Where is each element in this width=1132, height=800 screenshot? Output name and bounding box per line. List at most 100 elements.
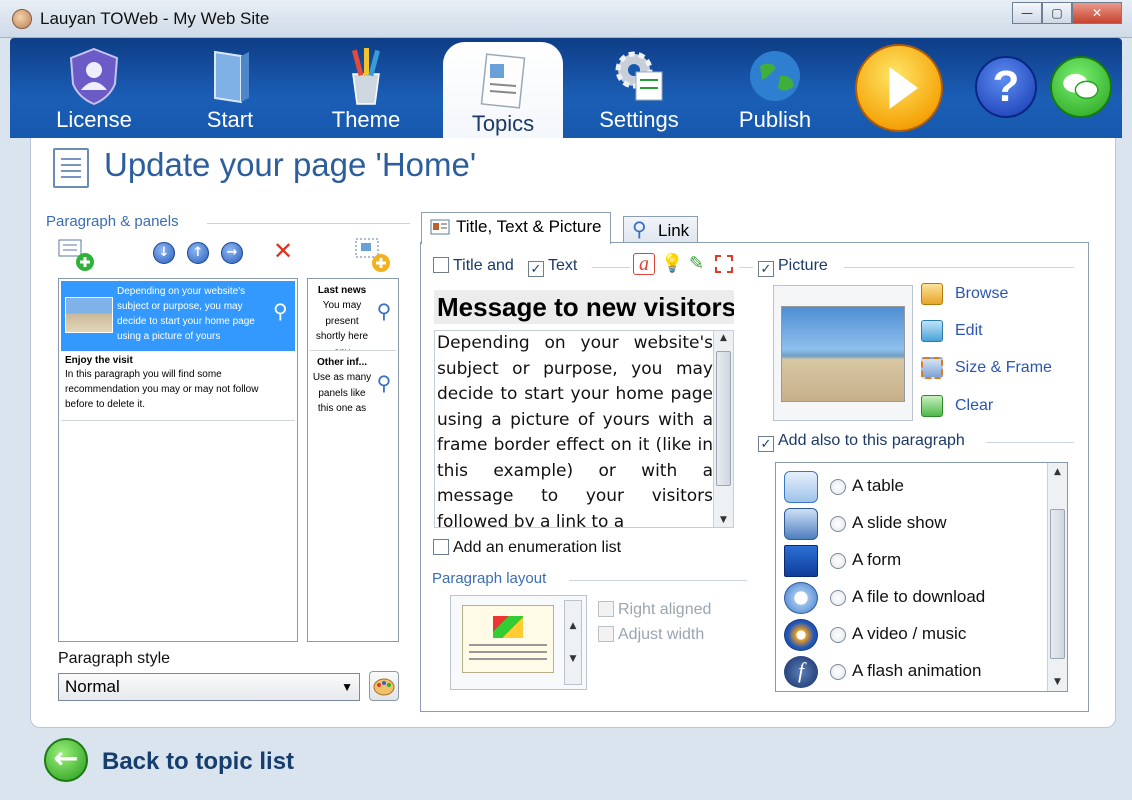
paragraph-layout-label: Paragraph layout [432,570,547,587]
option-label: A video / music [852,624,967,643]
size-frame-link[interactable]: Size & Frame [955,359,1052,377]
nav-label: Theme [331,107,401,132]
panel-title: Other inf... [317,357,367,368]
preview-play-button[interactable] [855,44,943,132]
frame-select-icon[interactable] [715,255,733,273]
text-format-icon[interactable]: a [633,253,655,275]
option-radio[interactable] [830,516,846,532]
notepad-icon [480,53,526,109]
add-option-download[interactable]: A file to download [782,580,1042,617]
option-radio[interactable] [830,664,846,680]
option-radio[interactable] [830,627,846,643]
panel-title: Last news [317,285,367,296]
right-aligned-checkbox[interactable]: Right aligned [598,601,711,619]
help-button[interactable]: ? [975,56,1037,118]
adjust-width-checkbox[interactable]: Adjust width [598,626,704,644]
spellcheck-icon[interactable]: ✎ [689,253,704,274]
enumeration-checkbox-label: Add an enumeration list [453,539,622,556]
tip-bulb-icon[interactable]: 💡 [661,253,683,274]
paragraph-panels-label: Paragraph & panels [46,213,179,230]
add-option-slideshow[interactable]: A slide show [782,506,1042,543]
beach-photo [781,306,905,402]
add-option-flash[interactable]: f A flash animation [782,654,1042,691]
paragraph-text: Depending on your website's subject or p… [117,286,255,342]
paperclip-icon: ⚲ [632,219,647,241]
maximize-button[interactable]: ▢ [1042,2,1072,24]
move-up-button[interactable]: ↑ [187,242,209,264]
option-label: A table [852,476,904,495]
play-icon [889,67,919,109]
clear-icon[interactable] [921,395,943,417]
add-paragraph-button[interactable] [57,238,97,274]
tab-title-text-picture[interactable]: Title, Text & Picture [421,212,611,244]
add-option-media[interactable]: A video / music [782,617,1042,654]
back-label: Back to topic list [102,748,295,775]
browse-link[interactable]: Browse [955,285,1008,303]
close-button[interactable]: ✕ [1072,2,1122,24]
title-checkbox-label: Title and [453,257,514,274]
table-icon [784,471,818,503]
tab-link[interactable]: ⚲ Link [623,216,699,244]
book-icon [214,50,249,104]
option-label: A slide show [852,513,947,532]
media-icon [784,619,818,651]
picture-preview[interactable] [773,285,913,421]
add-also-scrollbar[interactable]: ▲ ▼ [1047,463,1067,691]
delete-button[interactable]: ✕ [272,239,294,263]
size-frame-icon[interactable] [921,357,943,379]
chat-button[interactable] [1050,56,1112,118]
shield-user-icon [69,47,119,106]
adjust-width-label: Adjust width [618,626,705,643]
add-option-table[interactable]: A table [782,469,1042,506]
paragraph-text: In this paragraph you will find some rec… [65,369,259,410]
style-palette-button[interactable] [369,671,399,701]
layout-scrollbar[interactable]: ▲ ▼ [564,600,582,685]
add-option-form[interactable]: A form [782,543,1042,580]
edit-link[interactable]: Edit [955,322,983,340]
option-radio[interactable] [830,590,846,606]
nav-theme[interactable]: Theme [306,38,426,138]
add-panel-button[interactable] [353,236,393,274]
move-down-button[interactable]: ↓ [153,242,175,264]
add-also-list[interactable]: A table A slide show A form A file to do… [775,462,1068,692]
picture-checkbox[interactable]: ✓ Picture [758,257,828,277]
browse-icon[interactable] [921,283,943,305]
nav-label: Start [206,107,254,132]
topic-editor-panel: Update your page 'Home' Paragraph & pane… [30,138,1116,728]
download-icon [784,582,818,614]
move-right-button[interactable]: → [221,242,243,264]
paragraph-layout-picker[interactable]: ▲ ▼ [450,595,587,690]
panel-item[interactable]: Last news You may present shortly here a… [310,281,396,351]
clear-link[interactable]: Clear [955,397,993,415]
message-title-input[interactable]: Message to new visitors [434,290,734,324]
message-text: Depending on your website's subject or p… [437,333,713,528]
panel-list[interactable]: Last news You may present shortly here a… [307,278,399,642]
option-radio[interactable] [830,479,846,495]
palette-icon [373,678,395,696]
chevron-down-icon: ▼ [341,680,353,694]
nav-settings[interactable]: Settings [579,38,699,138]
paragraph-item[interactable]: Enjoy the visit In this paragraph you wi… [61,353,295,421]
paragraph-style-value: Normal [65,677,120,696]
paragraph-style-select[interactable]: Normal ▼ [58,673,360,701]
nav-start[interactable]: Start [170,38,290,138]
text-checkbox[interactable]: ✓ Text [528,257,577,277]
nav-topics[interactable]: Topics [443,42,563,138]
minimize-button[interactable]: — [1012,2,1042,24]
title-checkbox[interactable]: Title and [433,257,514,275]
add-also-checkbox[interactable]: ✓ Add also to this paragraph [758,432,965,452]
nav-publish[interactable]: Publish [715,38,835,138]
message-text-area[interactable]: Depending on your website's subject or p… [434,330,734,528]
paragraph-list[interactable]: Depending on your website's subject or p… [58,278,298,642]
nav-license[interactable]: License [34,38,154,138]
panel-item[interactable]: Other inf... Use as many panels like thi… [310,353,396,423]
gear-icon [615,51,663,101]
paperclip-icon: ⚲ [376,373,392,395]
paragraph-item-selected[interactable]: Depending on your website's subject or p… [61,281,295,351]
enumeration-checkbox[interactable]: Add an enumeration list [433,539,621,557]
text-scrollbar[interactable]: ▲ ▼ [713,331,733,527]
option-radio[interactable] [830,553,846,569]
right-aligned-label: Right aligned [618,601,712,618]
window-title-bar: Lauyan TOWeb - My Web Site — ▢ ✕ [0,0,1132,38]
edit-icon[interactable] [921,320,943,342]
